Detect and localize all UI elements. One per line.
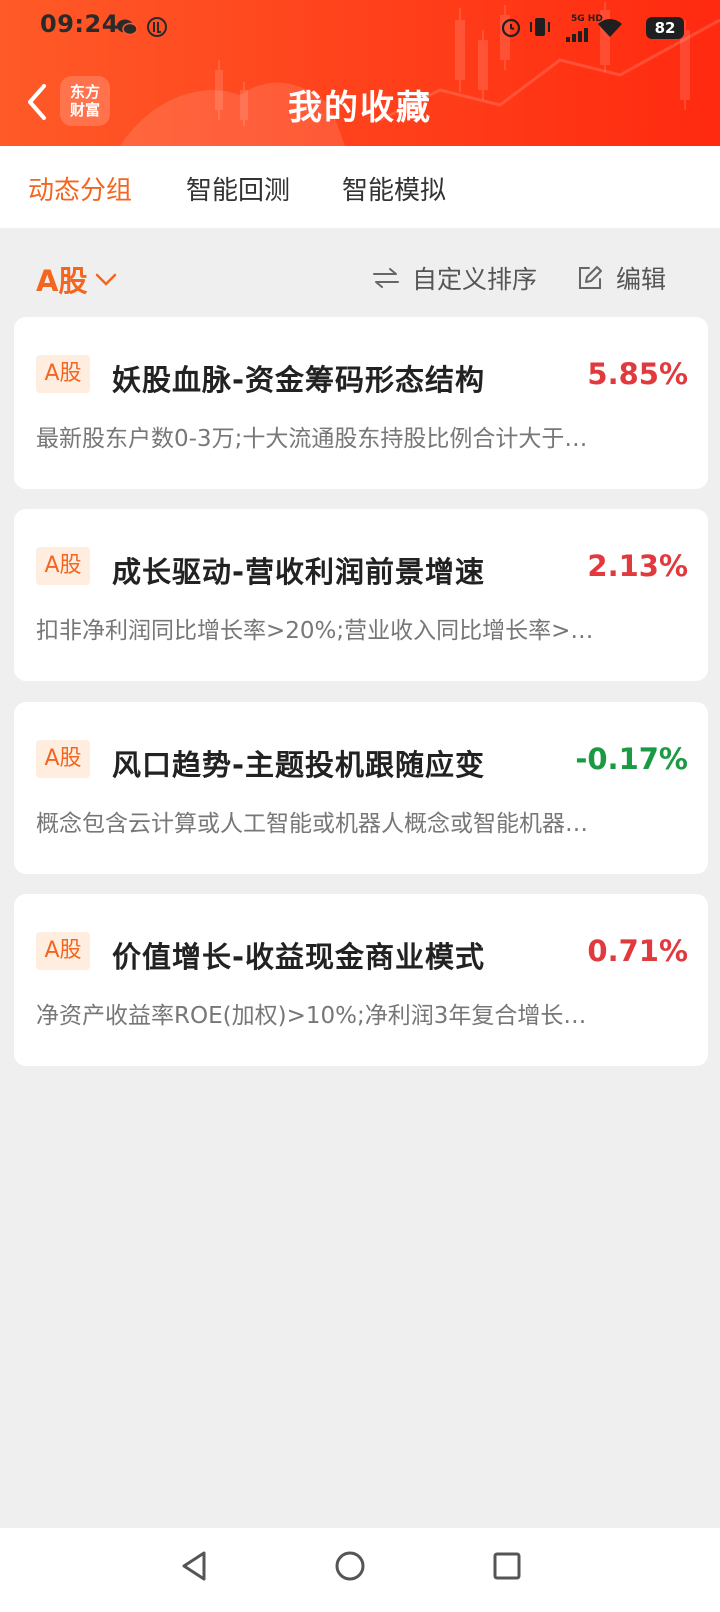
battery-indicator: 82 bbox=[646, 17, 684, 39]
strategy-title: 成长驱动-营收利润前景增速 bbox=[112, 555, 486, 589]
strategy-change-percent: -0.17% bbox=[575, 742, 688, 776]
strategy-card[interactable]: A股 成长驱动-营收利润前景增速 2.13% 扣非净利润同比增长率>20%;营业… bbox=[14, 509, 708, 681]
wechat-icon bbox=[117, 19, 138, 36]
status-bar: 09:24 5G HD 82 bbox=[0, 0, 720, 54]
strategy-title: 价值增长-收益现金商业模式 bbox=[112, 940, 486, 974]
edit-label: 编辑 bbox=[616, 265, 667, 294]
strategy-title: 妖股血脉-资金筹码形态结构 bbox=[112, 363, 486, 397]
app-header: 09:24 5G HD 82 东方 财富 我的收藏 bbox=[0, 0, 720, 146]
list-toolbar: A股 自定义排序 编辑 bbox=[0, 228, 720, 324]
tab-smart-simulation[interactable]: 智能模拟 bbox=[342, 170, 446, 207]
strategy-card[interactable]: A股 价值增长-收益现金商业模式 0.71% 净资产收益率ROE(加权)>10%… bbox=[14, 894, 708, 1066]
app-notification-icon bbox=[147, 17, 167, 37]
market-dropdown-label: A股 bbox=[36, 264, 88, 298]
strategy-conditions: 扣非净利润同比增长率>20%;营业收入同比增长率>… bbox=[36, 618, 594, 644]
strategy-title: 风口趋势-主题投机跟随应变 bbox=[112, 748, 486, 782]
tab-bar: 动态分组 智能回测 智能模拟 bbox=[0, 146, 720, 228]
strategy-change-percent: 5.85% bbox=[587, 357, 688, 391]
signal-icon bbox=[566, 28, 588, 42]
custom-sort-label: 自定义排序 bbox=[412, 265, 538, 294]
market-badge: A股 bbox=[36, 932, 90, 970]
market-badge: A股 bbox=[36, 740, 90, 778]
tab-dynamic-group[interactable]: 动态分组 bbox=[28, 170, 132, 207]
strategy-conditions: 净资产收益率ROE(加权)>10%;净利润3年复合增长… bbox=[36, 1003, 587, 1029]
tab-smart-backtest[interactable]: 智能回测 bbox=[186, 170, 290, 207]
strategy-conditions: 概念包含云计算或人工智能或机器人概念或智能机器… bbox=[36, 811, 588, 837]
market-badge: A股 bbox=[36, 355, 90, 393]
edit-pencil-icon bbox=[579, 266, 602, 289]
custom-sort-button[interactable]: 自定义排序 bbox=[372, 260, 537, 296]
vibrate-icon bbox=[530, 18, 550, 36]
market-dropdown[interactable]: A股 bbox=[36, 258, 117, 300]
page-title: 我的收藏 bbox=[288, 88, 432, 128]
market-badge: A股 bbox=[36, 547, 90, 585]
strategy-change-percent: 0.71% bbox=[587, 934, 688, 968]
wifi-icon bbox=[598, 19, 622, 37]
alarm-icon bbox=[501, 18, 521, 38]
chevron-down-icon bbox=[96, 273, 117, 286]
strategy-conditions: 最新股东户数0-3万;十大流通股东持股比例合计大于… bbox=[36, 426, 588, 452]
system-navigation-bar bbox=[0, 1528, 720, 1612]
strategy-change-percent: 2.13% bbox=[587, 549, 688, 583]
sort-arrows-icon bbox=[373, 268, 399, 288]
nav-back-icon[interactable] bbox=[180, 1550, 208, 1582]
strategy-card[interactable]: A股 妖股血脉-资金筹码形态结构 5.85% 最新股东户数0-3万;十大流通股东… bbox=[14, 317, 708, 489]
nav-recents-icon[interactable] bbox=[492, 1550, 522, 1582]
edit-button[interactable]: 编辑 bbox=[576, 260, 666, 296]
nav-home-icon[interactable] bbox=[334, 1550, 366, 1582]
status-time: 09:24 bbox=[40, 10, 119, 38]
strategy-card[interactable]: A股 风口趋势-主题投机跟随应变 -0.17% 概念包含云计算或人工智能或机器人… bbox=[14, 702, 708, 874]
